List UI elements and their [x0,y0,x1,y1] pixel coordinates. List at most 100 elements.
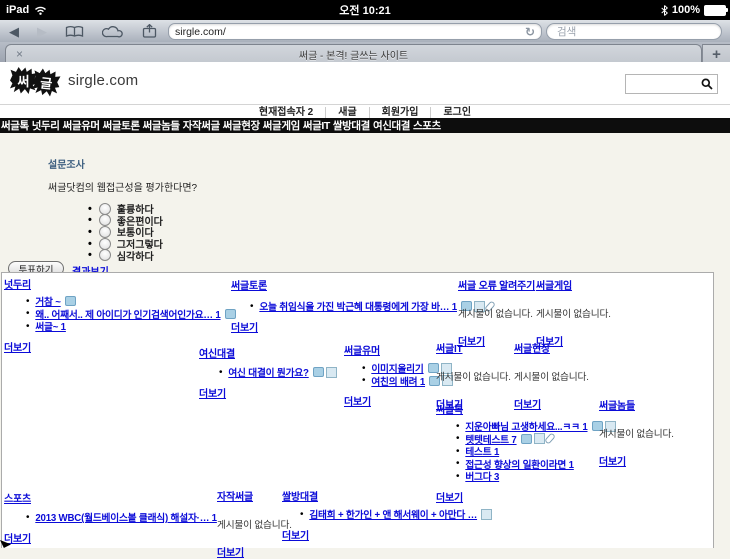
post-item: 테스트 1 [456,445,606,458]
board-nomdeul: 써글놈들 게시물이 없습니다. 더보기 [599,397,704,468]
post-item: 써글~ 1 [26,320,226,333]
menu-item[interactable]: 자작써글 [183,118,220,133]
menu-item[interactable]: 써글현장 [223,118,260,133]
more-link[interactable]: 더보기 [231,319,258,334]
image-icon [481,509,492,520]
more-link[interactable]: 더보기 [344,393,371,408]
address-bar[interactable]: sirgle.com/ ↻ [168,23,542,40]
comment-icon [521,434,532,444]
post-link[interactable]: 써글~ 1 [35,319,66,333]
site-header: 써 글 sirgle.com 현재접속자 2 새글 회원가입 로그인 [0,62,730,118]
comment-icon [313,367,324,377]
board-yeosin: 여신대결 여신 대결이 뭔가요? 더보기 [199,345,339,400]
share-icon[interactable] [132,24,167,38]
battery-icon [704,5,726,16]
browser-search-input[interactable] [546,23,722,40]
board-title-link[interactable]: 쌀방대결 [282,488,318,503]
menu-item[interactable]: 써글놈들 [143,118,180,133]
board-neotduri: 넛두리 거참 ~ 왜.. 어째서.. 제 아이디가 인기검색어인가요… 1 써글… [4,276,226,354]
page: iPad 오전 10:21 100% ◀ ▶ s [0,0,730,548]
post-item: 거참 ~ [26,295,226,308]
back-button[interactable]: ◀ [0,25,28,38]
menu-item[interactable]: 여신대결 [373,118,410,133]
board-title-link[interactable]: 써글게임 [536,277,572,292]
post-link[interactable]: 여신 대결이 뭔가요? [228,365,308,379]
site-search-box [625,74,718,94]
image-icon [534,433,545,444]
post-link[interactable]: 버그다 3 [465,469,499,483]
radio-button[interactable] [99,249,111,261]
nav-new-posts[interactable]: 새글 [326,107,369,118]
board-title-link[interactable]: 써글놈들 [599,397,635,412]
status-bar: iPad 오전 10:21 100% [0,0,730,20]
board-title-link[interactable]: 써글현장 [514,340,550,355]
menu-item[interactable]: 넛두리 [32,118,60,133]
menu-item[interactable]: 써글토론 [103,118,140,133]
board-title-link[interactable]: 넛두리 [4,276,31,291]
logo-burst-icon: 글 [31,68,61,98]
post-item: 접근성 향상의 일환이라면 1 [456,458,606,471]
new-tab-button[interactable]: + [702,44,730,63]
site-search-input[interactable] [626,79,697,90]
board-title-link[interactable]: 써글IT [436,340,463,355]
more-link[interactable]: 더보기 [4,530,31,545]
post-item: 2013 WBC(월드베이스볼 클래식) 해설자·… 1 [26,511,219,524]
menu-item[interactable]: 써글IT [303,118,330,133]
post-link[interactable]: 김태희 + 한가인 + 앤 해서웨이 + 아만다 … [309,507,477,521]
radio-button[interactable] [99,226,111,238]
tab-bar: × 써글 - 본격! 글쓰는 사이트 + [0,42,730,62]
nav-current-users[interactable]: 현재접속자 2 [247,107,326,118]
empty-text: 게시물이 없습니다. [599,426,704,440]
post-item: 버그다 3 [456,470,606,483]
tab-sirgle[interactable]: × 써글 - 본격! 글쓰는 사이트 [5,44,702,63]
logo-domain: sirgle.com [68,72,138,89]
board-title-link[interactable]: 자작써글 [217,488,253,503]
more-link[interactable]: 더보기 [199,385,226,400]
board-title-link[interactable]: 써글 오류 알려주기 [458,277,535,292]
survey-title: 설문조사 [48,156,85,171]
search-icon[interactable] [697,78,717,90]
icloud-tabs-icon[interactable] [93,25,132,38]
clock: 오전 10:21 [0,2,730,18]
radio-button[interactable] [99,238,111,250]
radio-button[interactable] [99,214,111,226]
image-icon [326,367,337,378]
board-title-link[interactable]: 써글톡 [436,401,463,416]
bookmarks-icon[interactable] [56,25,93,38]
menu-item[interactable]: 써글유머 [63,118,100,133]
post-item: 여신 대결이 뭔가요? [219,366,339,379]
more-link[interactable]: 더보기 [217,544,244,559]
menu-item[interactable]: 써글게임 [263,118,300,133]
post-item: 텟텟테스트 7 [456,433,606,446]
post-link[interactable]: 오늘 취임식을 가진 박근혜 대통령에게 가장 바… 1 [259,299,457,313]
user-nav: 현재접속자 2 새글 회원가입 로그인 [0,104,730,119]
reload-icon[interactable]: ↻ [525,25,535,39]
board-title-link[interactable]: 스포츠 [4,490,31,505]
more-link[interactable]: 더보기 [282,527,309,542]
more-link[interactable]: 더보기 [4,339,31,354]
survey-question: 써글닷컴의 웹접근성을 평가한다면? [48,179,197,194]
site-logo[interactable]: 써 글 sirgle.com [10,67,138,94]
empty-text: 게시물이 없습니다. [514,369,619,383]
menu-item[interactable]: 쌀방대결 [333,118,370,133]
post-link[interactable]: 2013 WBC(월드베이스볼 클래식) 해설자·… 1 [35,510,217,524]
more-link[interactable]: 더보기 [599,453,626,468]
nav-signup[interactable]: 회원가입 [370,107,432,118]
board-title-link[interactable]: 써글토론 [231,277,267,292]
nav-login[interactable]: 로그인 [431,107,483,118]
board-toron: 써글토론 오늘 취임식을 가진 박근혜 대통령에게 가장 바… 1 더보기 [231,277,456,334]
logo-burst-icon: 써 [10,67,37,94]
post-link[interactable]: 여친의 배려 1 [371,374,425,388]
board-title-link[interactable]: 여신대결 [199,345,235,360]
url-text: sirgle.com/ [175,26,525,38]
tab-title: 써글 - 본격! 글쓰는 사이트 [6,47,701,62]
menu-item[interactable]: 스포츠 [413,118,441,133]
battery-percent: 100% [672,4,700,16]
post-item: 김태희 + 한가인 + 앤 해서웨이 + 아만다 … [300,508,482,521]
radio-button[interactable] [99,203,111,215]
forward-button[interactable]: ▶ [28,25,56,38]
post-item: 왜.. 어째서.. 제 아이디가 인기검색어인가요… 1 [26,308,226,321]
board-title-link[interactable]: 써글유머 [344,342,380,357]
menu-item[interactable]: 써글톡 [1,118,29,133]
comment-icon [65,296,76,306]
